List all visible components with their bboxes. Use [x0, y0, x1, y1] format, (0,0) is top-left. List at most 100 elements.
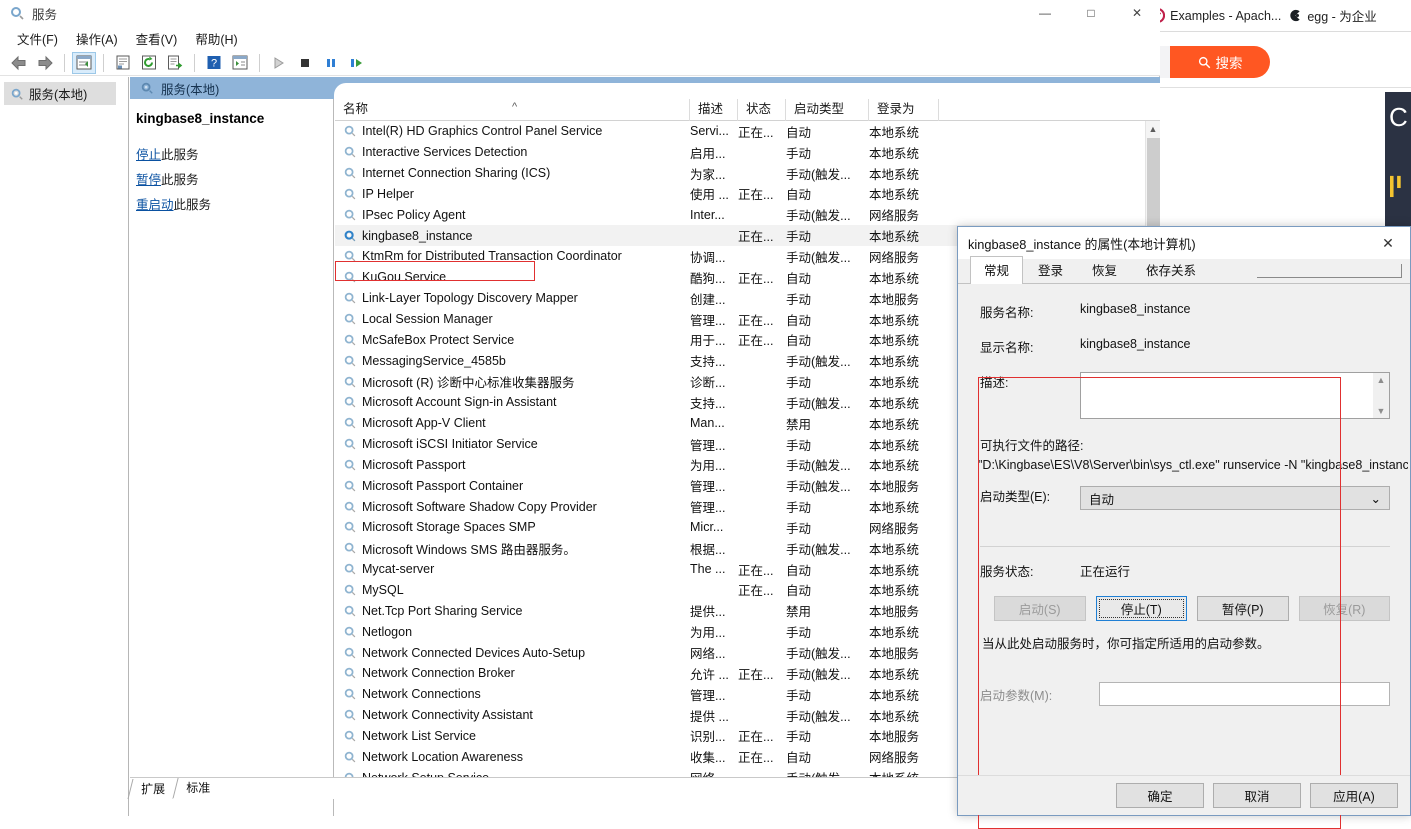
- pause-button[interactable]: 暂停(P): [1197, 596, 1289, 621]
- close-button[interactable]: ✕: [1114, 0, 1160, 26]
- description-scrollbar[interactable]: ▲ ▼: [1373, 373, 1389, 418]
- cell-name: Interactive Services Detection: [335, 145, 690, 159]
- dialog-tab-general[interactable]: 常规: [970, 256, 1024, 284]
- column-header-logon-as[interactable]: 登录为: [869, 98, 939, 121]
- pause-service-link[interactable]: 暂停此服务: [136, 169, 323, 188]
- browser-tab-1[interactable]: Examples - Apach...: [1150, 8, 1281, 23]
- back-icon[interactable]: [7, 52, 31, 74]
- start-parameters-input[interactable]: [1099, 682, 1390, 706]
- service-gear-icon: [344, 376, 356, 387]
- dialog-tab-recovery[interactable]: 恢复: [1078, 256, 1131, 283]
- executable-path-label: 可执行文件的路径:: [980, 439, 1084, 453]
- cell-name: Network Connections: [335, 687, 690, 701]
- service-name-text: IP Helper: [362, 186, 414, 201]
- properties-icon[interactable]: [111, 52, 135, 74]
- stop-service-link[interactable]: 停止此服务: [136, 144, 323, 163]
- menu-view[interactable]: 查看(V): [127, 27, 187, 50]
- column-header-name[interactable]: 名称 ^: [335, 98, 690, 121]
- tab-extended[interactable]: 扩展: [127, 779, 178, 799]
- start-button[interactable]: 启动(S): [994, 596, 1086, 621]
- forward-icon[interactable]: [33, 52, 57, 74]
- cell-name: Microsoft Software Shadow Copy Provider: [335, 500, 690, 514]
- tab-standard-label: 标准: [186, 781, 211, 795]
- service-name-row: 服务名称: kingbase8_instance: [980, 302, 1390, 321]
- cell-startup-type: 手动: [786, 730, 812, 745]
- cell-startup-type: 手动: [786, 376, 812, 391]
- cell-name: Network Location Awareness: [335, 750, 690, 764]
- export-list-icon[interactable]: [163, 52, 187, 74]
- browser-tab-2[interactable]: egg - 为企业: [1287, 6, 1377, 25]
- startup-type-select[interactable]: 自动 ⌄: [1080, 486, 1390, 510]
- dialog-close-button[interactable]: ✕: [1366, 227, 1410, 259]
- table-row[interactable]: IP Helper 使用 ... 正在... 自动 本地系统: [335, 184, 1145, 205]
- service-gear-icon: [344, 438, 356, 450]
- column-header-status[interactable]: 状态: [738, 98, 786, 121]
- cell-status: 正在...: [738, 730, 774, 745]
- service-status-label: 服务状态:: [980, 565, 1034, 579]
- column-header-startup-type[interactable]: 启动类型: [786, 98, 869, 121]
- column-header-description[interactable]: 描述: [690, 98, 738, 121]
- pane-header-rounded-corner: [334, 83, 1160, 99]
- cell-startup-type: 禁用: [786, 605, 812, 620]
- ok-button[interactable]: 确定: [1116, 783, 1204, 808]
- cancel-button[interactable]: 取消: [1213, 783, 1301, 808]
- pause-link-text: 暂停: [136, 173, 162, 187]
- menu-action[interactable]: 操作(A): [67, 27, 127, 50]
- tab-standard[interactable]: 标准: [172, 778, 223, 799]
- cell-name: IP Helper: [335, 187, 690, 201]
- scroll-up-icon[interactable]: ▲: [1377, 375, 1386, 385]
- stop-service-icon[interactable]: [293, 52, 317, 74]
- cell-name: Intel(R) HD Graphics Control Panel Servi…: [335, 124, 690, 138]
- service-gear-icon: [344, 167, 356, 179]
- cell-logon-as: 网络服务: [869, 209, 920, 224]
- dialog-footer: 确定 取消 应用(A): [958, 775, 1410, 815]
- start-service-icon[interactable]: [267, 52, 291, 74]
- service-name-text: Microsoft iSCSI Initiator Service: [362, 437, 538, 452]
- resume-button[interactable]: 恢复(R): [1298, 596, 1390, 621]
- help-icon[interactable]: ?: [202, 52, 226, 74]
- description-row: 描述: ▲ ▼: [980, 372, 1390, 419]
- table-row[interactable]: Interactive Services Detection 启用... 手动 本地系…: [335, 142, 1145, 163]
- service-name-text: Microsoft App-V Client: [362, 416, 486, 431]
- service-gear-icon: [344, 605, 356, 617]
- service-name-text: Microsoft Software Shadow Copy Provider: [362, 499, 597, 514]
- scroll-down-icon[interactable]: ▼: [1377, 406, 1386, 416]
- apply-button[interactable]: 应用(A): [1310, 783, 1398, 808]
- table-row[interactable]: Internet Connection Sharing (ICS) 为家... 手动…: [335, 163, 1145, 184]
- cell-startup-type: 自动: [786, 751, 812, 766]
- view-options-icon[interactable]: [228, 52, 252, 74]
- show-hide-tree-icon[interactable]: [72, 51, 96, 74]
- table-row[interactable]: Intel(R) HD Graphics Control Panel Servi…: [335, 121, 1145, 142]
- stop-button[interactable]: 停止(T): [1095, 596, 1187, 621]
- service-gear-icon: [344, 417, 356, 429]
- service-name-text: Interactive Services Detection: [362, 145, 528, 160]
- dialog-tab-logon[interactable]: 登录: [1024, 256, 1077, 283]
- tree-item-label: 服务(本地): [29, 88, 88, 102]
- cell-logon-as: 本地系统: [869, 438, 920, 453]
- cell-name: KuGou Service: [335, 270, 690, 284]
- restart-service-icon[interactable]: [345, 52, 369, 74]
- description-textarea[interactable]: ▲ ▼: [1080, 372, 1390, 419]
- cell-logon-as: 本地服务: [869, 647, 920, 662]
- cell-logon-as: 网络服务: [869, 250, 920, 265]
- search-button[interactable]: 搜索: [1170, 46, 1270, 78]
- restart-service-link[interactable]: 重启动此服务: [136, 194, 323, 213]
- menu-help[interactable]: 帮助(H): [186, 27, 246, 50]
- pause-service-icon[interactable]: [319, 52, 343, 74]
- minimize-button[interactable]: —: [1022, 0, 1068, 26]
- cell-name: Microsoft App-V Client: [335, 416, 690, 430]
- scroll-up-icon[interactable]: ▲: [1146, 121, 1160, 137]
- cell-logon-as: 本地系统: [869, 584, 920, 599]
- cell-logon-as: 本地系统: [869, 417, 920, 432]
- cell-startup-type: 手动(触发...: [786, 542, 851, 557]
- dialog-tab-dependencies[interactable]: 依存关系: [1132, 256, 1210, 283]
- refresh-icon[interactable]: [137, 52, 161, 74]
- maximize-button[interactable]: □: [1068, 0, 1114, 26]
- table-row[interactable]: IPsec Policy Agent Inter... 手动(触发... 网络服务: [335, 204, 1145, 225]
- menu-file[interactable]: 文件(F): [8, 27, 67, 50]
- cell-description: The ...: [690, 562, 726, 577]
- cell-logon-as: 本地系统: [869, 188, 920, 203]
- cell-description: 管理...: [690, 501, 726, 516]
- cell-name: Microsoft Passport Container: [335, 479, 690, 493]
- tree-item-services-local[interactable]: 服务(本地): [4, 82, 116, 105]
